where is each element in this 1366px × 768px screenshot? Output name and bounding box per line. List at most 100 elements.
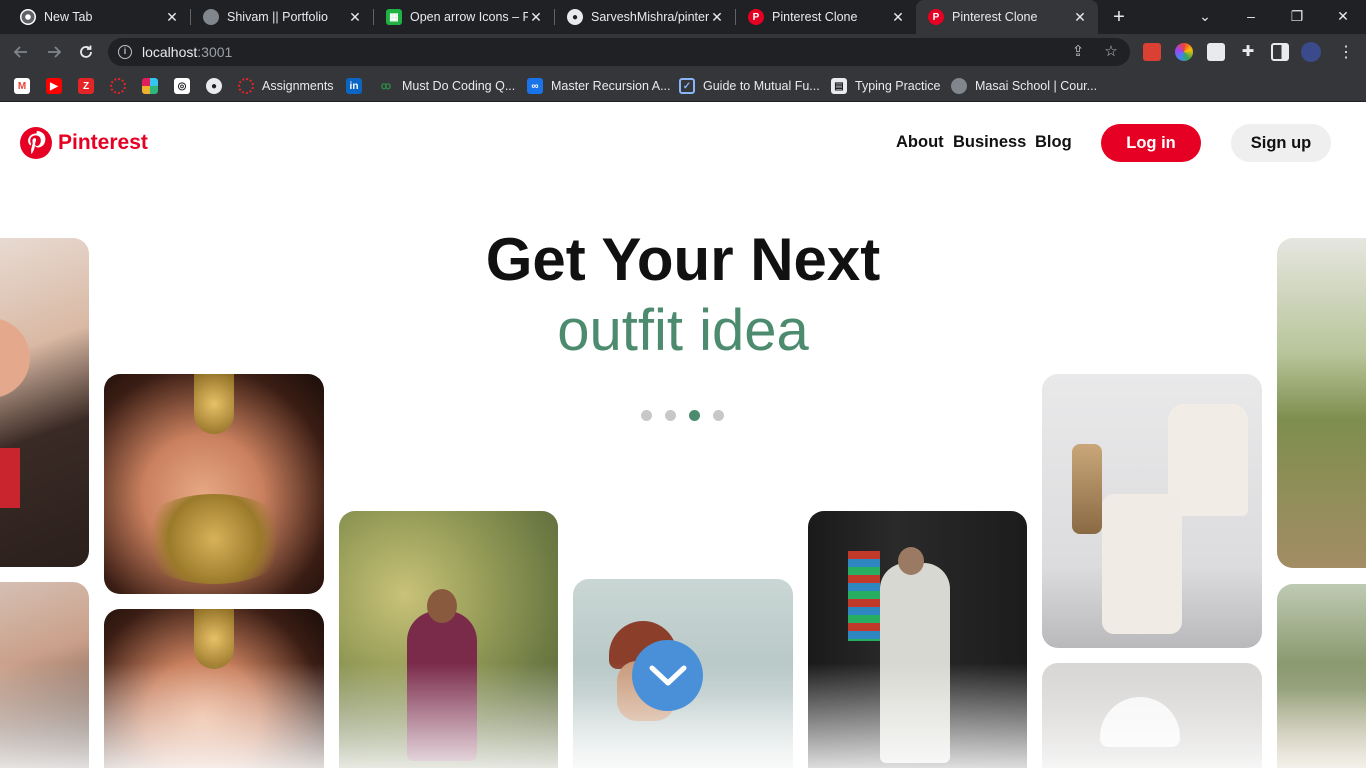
checkbox-icon: ✓: [679, 78, 695, 94]
close-icon[interactable]: ✕: [347, 9, 363, 25]
back-button[interactable]: [9, 40, 33, 64]
carousel-dot[interactable]: [713, 410, 724, 421]
pin-image-bride-jewelry[interactable]: [104, 374, 324, 594]
ring-icon: [110, 78, 126, 94]
gfg-icon: ꝏ: [380, 80, 392, 92]
infinity-icon: ∞: [527, 78, 543, 94]
site-info-icon[interactable]: i: [118, 45, 132, 59]
carousel-dots: [641, 410, 737, 421]
side-panel-icon[interactable]: [1271, 43, 1289, 61]
carousel-dot-active[interactable]: [689, 410, 700, 421]
color-picker-extension-icon[interactable]: [1175, 43, 1193, 61]
bookmark-typing-practice[interactable]: ▤ Typing Practice: [831, 77, 940, 95]
bookmark-label: Typing Practice: [855, 79, 941, 93]
close-icon[interactable]: ✕: [528, 9, 544, 25]
bookmark-must-do-coding[interactable]: ꝏ Must Do Coding Q...: [378, 77, 515, 95]
bookmark-star-icon[interactable]: ☆: [1101, 42, 1121, 62]
pin-image-sweater-chair[interactable]: [1042, 374, 1262, 648]
tab-strip: New Tab ✕ Shivam || Portfolio ✕ ▦ Open a…: [0, 0, 1366, 34]
tab-github-repo[interactable]: ● SarveshMishra/pinter ✕: [555, 0, 735, 34]
pinterest-icon: P: [748, 9, 764, 25]
login-button[interactable]: Log in: [1101, 124, 1201, 162]
pinterest-icon: P: [928, 9, 944, 25]
minimize-icon[interactable]: –: [1238, 4, 1264, 28]
pin-image-field-man-2[interactable]: [1277, 584, 1366, 768]
chatgpt-icon: ◎: [174, 78, 190, 94]
tab-pinterest-clone-active[interactable]: P Pinterest Clone ✕: [916, 0, 1098, 34]
brand-logo[interactable]: Pinterest: [20, 127, 148, 159]
bookmark-mutual-funds[interactable]: ✓ Guide to Mutual Fu...: [679, 77, 820, 95]
tab-new-tab[interactable]: New Tab ✕: [8, 0, 190, 34]
carousel-dot[interactable]: [641, 410, 652, 421]
bookmark-slack[interactable]: [142, 77, 158, 95]
bookmark-github[interactable]: ●: [206, 77, 222, 95]
tab-title: SarveshMishra/pinter: [591, 10, 709, 24]
signup-button[interactable]: Sign up: [1231, 124, 1331, 162]
bookmark-master-recursion[interactable]: ∞ Master Recursion A...: [527, 77, 671, 95]
pin-image-woman-blazer[interactable]: [0, 238, 89, 567]
reload-button[interactable]: [74, 40, 98, 64]
carousel-dot[interactable]: [665, 410, 676, 421]
reload-icon: [80, 45, 92, 58]
menu-icon[interactable]: ⋮: [1334, 40, 1358, 64]
bookmark-zoho[interactable]: Z: [78, 77, 94, 95]
forward-button[interactable]: [42, 40, 66, 64]
url-host: localhost: [142, 44, 198, 60]
bookmark-masai-school[interactable]: Masai School | Cour...: [951, 77, 1097, 95]
globe-icon: [203, 9, 219, 25]
profile-avatar[interactable]: [1301, 42, 1321, 62]
zoho-icon: Z: [78, 78, 94, 94]
gmail-icon: M: [14, 78, 30, 94]
share-icon[interactable]: ⇪: [1068, 42, 1088, 62]
tab-title: New Tab: [44, 10, 93, 24]
hero-title: Get Your Next: [485, 226, 881, 293]
bookmark-label: Assignments: [262, 79, 334, 93]
bookmark-assignments[interactable]: Assignments: [238, 77, 334, 95]
tab-open-arrow-icons[interactable]: ▦ Open arrow Icons – Fr ✕: [374, 0, 554, 34]
nav-business-link[interactable]: Business: [953, 133, 1026, 152]
tab-title: Pinterest Clone: [952, 10, 1038, 24]
github-icon: ●: [206, 78, 222, 94]
typing-extension-icon[interactable]: [1207, 43, 1225, 61]
pin-image-woman-portrait[interactable]: [0, 582, 89, 768]
bookmarks-bar: M ▶ Z ◎ ● Assignments in ꝏ Must Do Coding…: [0, 70, 1366, 102]
hero-subtitle: outfit idea: [557, 298, 809, 363]
close-icon[interactable]: ✕: [1072, 9, 1088, 25]
todoist-extension-icon[interactable]: [1143, 43, 1161, 61]
bookmark-linkedin[interactable]: in: [346, 77, 362, 95]
pin-image-bride-jewelry-2[interactable]: [104, 609, 324, 768]
bookmark-ring[interactable]: [110, 77, 126, 95]
back-arrow-icon: [13, 46, 27, 58]
tab-title: Pinterest Clone: [772, 10, 858, 24]
bookmark-gmail[interactable]: M: [14, 77, 30, 95]
tab-portfolio[interactable]: Shivam || Portfolio ✕: [191, 0, 373, 34]
globe-icon: [951, 78, 967, 94]
close-icon[interactable]: ✕: [890, 9, 906, 25]
nav-blog-link[interactable]: Blog: [1035, 133, 1072, 152]
pinterest-page: Pinterest About Business Blog Log in Sig…: [0, 103, 1366, 768]
bookmark-youtube[interactable]: ▶: [46, 77, 62, 95]
tab-search-icon[interactable]: ⌄: [1192, 4, 1218, 28]
scroll-down-button[interactable]: [632, 640, 703, 711]
pin-image-man-kurta[interactable]: [339, 511, 558, 768]
tab-pinterest-clone[interactable]: P Pinterest Clone ✕: [736, 0, 916, 34]
extensions-puzzle-icon[interactable]: ✚: [1239, 43, 1257, 61]
close-icon[interactable]: ✕: [164, 9, 180, 25]
window-close-icon[interactable]: ✕: [1330, 4, 1356, 28]
url-text[interactable]: localhost:3001: [142, 44, 232, 60]
pin-image-elderly-man[interactable]: [808, 511, 1027, 768]
bookmark-chatgpt[interactable]: ◎: [174, 77, 190, 95]
pin-image-cap-man[interactable]: [1042, 663, 1262, 768]
pin-image-field-man[interactable]: [1277, 238, 1366, 568]
restore-icon[interactable]: ❐: [1284, 4, 1310, 28]
close-icon[interactable]: ✕: [709, 9, 725, 25]
new-tab-button[interactable]: +: [1108, 6, 1130, 28]
browser-toolbar: i localhost:3001 ⇪ ☆ ✚ ⋮: [0, 34, 1366, 70]
masai-icon: [238, 78, 254, 94]
nav-about-link[interactable]: About: [896, 133, 944, 152]
slack-icon: [142, 78, 158, 94]
address-bar[interactable]: i localhost:3001 ⇪ ☆: [108, 38, 1130, 66]
url-port: :3001: [197, 44, 233, 60]
chevron-down-icon: [649, 665, 686, 685]
github-icon: ●: [567, 9, 583, 25]
